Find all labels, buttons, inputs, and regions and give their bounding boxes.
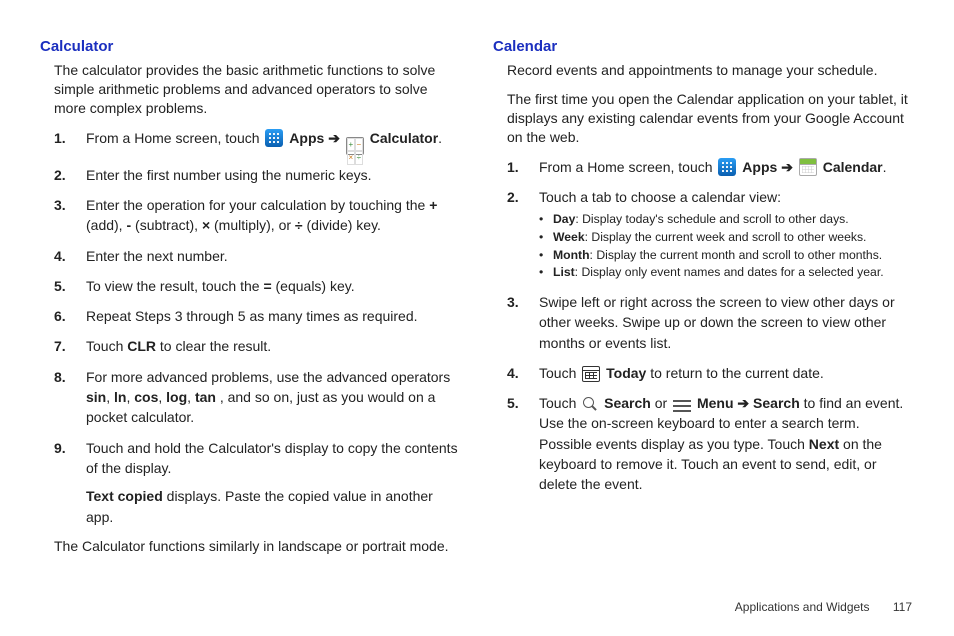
text: (multiply), or bbox=[210, 217, 295, 233]
today-icon bbox=[582, 366, 600, 382]
calculator-steps: From a Home screen, touch Apps ➔ +−×÷ Ca… bbox=[54, 128, 459, 527]
step-6: Repeat Steps 3 through 5 as many times a… bbox=[54, 306, 459, 326]
page-number: 117 bbox=[893, 600, 912, 614]
text: For more advanced problems, use the adva… bbox=[86, 369, 450, 385]
footer-section: Applications and Widgets bbox=[735, 600, 870, 614]
step-3: Swipe left or right across the screen to… bbox=[507, 292, 912, 353]
next-key: Next bbox=[809, 436, 839, 452]
calculator-icon: +−×÷ bbox=[346, 137, 364, 155]
opt-day: Day: Display today's schedule and scroll… bbox=[539, 211, 912, 229]
two-column-layout: Calculator The calculator provides the b… bbox=[40, 38, 912, 556]
calculator-section: Calculator The calculator provides the b… bbox=[40, 38, 459, 556]
times-key: × bbox=[202, 217, 210, 233]
text: Touch bbox=[539, 395, 580, 411]
text: Touch and hold the Calculator's display … bbox=[86, 440, 458, 476]
calendar-intro-2: The first time you open the Calendar app… bbox=[507, 90, 912, 147]
arrow-icon: ➔ bbox=[781, 159, 793, 175]
search-icon bbox=[582, 396, 598, 412]
divide-key: ÷ bbox=[295, 217, 303, 233]
page-footer: Applications and Widgets 117 bbox=[735, 600, 912, 614]
equals-key: = bbox=[263, 278, 271, 294]
text-copied-label: Text copied bbox=[86, 488, 163, 504]
text: To view the result, touch the bbox=[86, 278, 263, 294]
apps-icon bbox=[265, 129, 283, 147]
op-ln: ln bbox=[114, 389, 126, 405]
text: Touch bbox=[539, 365, 580, 381]
text: Touch bbox=[86, 338, 127, 354]
text: Enter the operation for your calculation… bbox=[86, 197, 429, 213]
menu-icon bbox=[673, 398, 691, 412]
op-tan: tan bbox=[195, 389, 216, 405]
text: (add), bbox=[86, 217, 126, 233]
step-2: Touch a tab to choose a calendar view: D… bbox=[507, 187, 912, 282]
text: (divide) key. bbox=[303, 217, 381, 233]
op-sin: sin bbox=[86, 389, 106, 405]
menu-label: Menu bbox=[697, 395, 737, 411]
apps-label: Apps bbox=[289, 130, 328, 146]
calendar-intro-1: Record events and appointments to manage… bbox=[507, 61, 912, 80]
step-7: Touch CLR to clear the result. bbox=[54, 336, 459, 356]
text: or bbox=[655, 395, 671, 411]
arrow-icon: ➔ bbox=[328, 130, 340, 146]
step-3: Enter the operation for your calculation… bbox=[54, 195, 459, 236]
calculator-outro: The Calculator functions similarly in la… bbox=[54, 537, 459, 557]
op-log: log bbox=[166, 389, 187, 405]
opt-week: Week: Display the current week and scrol… bbox=[539, 229, 912, 247]
step-4: Enter the next number. bbox=[54, 246, 459, 266]
step-1: From a Home screen, touch Apps ➔ Calenda… bbox=[507, 157, 912, 177]
view-options: Day: Display today's schedule and scroll… bbox=[539, 211, 912, 282]
step-2: Enter the first number using the numeric… bbox=[54, 165, 459, 185]
calendar-icon bbox=[799, 158, 817, 176]
step-4: Touch Today to return to the current dat… bbox=[507, 363, 912, 383]
search-label: Search bbox=[604, 395, 651, 411]
text: (equals) key. bbox=[276, 278, 355, 294]
calendar-heading: Calendar bbox=[493, 38, 912, 55]
period: . bbox=[883, 159, 887, 175]
period: . bbox=[438, 130, 442, 146]
op-cos: cos bbox=[134, 389, 158, 405]
opt-list: List: Display only event names and dates… bbox=[539, 264, 912, 282]
text: to clear the result. bbox=[160, 338, 271, 354]
opt-month: Month: Display the current month and scr… bbox=[539, 247, 912, 265]
calendar-section: Calendar Record events and appointments … bbox=[493, 38, 912, 556]
text: Touch a tab to choose a calendar view: bbox=[539, 189, 781, 205]
calculator-label: Calculator bbox=[370, 130, 438, 146]
clr-key: CLR bbox=[127, 338, 156, 354]
text: From a Home screen, touch bbox=[86, 130, 263, 146]
today-label: Today bbox=[606, 365, 646, 381]
calendar-label: Calendar bbox=[823, 159, 883, 175]
apps-icon bbox=[718, 158, 736, 176]
calculator-intro: The calculator provides the basic arithm… bbox=[54, 61, 459, 118]
calculator-heading: Calculator bbox=[40, 38, 459, 55]
manual-page: Calculator The calculator provides the b… bbox=[0, 0, 954, 636]
menu-search-label: Search bbox=[753, 395, 800, 411]
step-5: To view the result, touch the = (equals)… bbox=[54, 276, 459, 296]
text: to return to the current date. bbox=[650, 365, 824, 381]
arrow-icon: ➔ bbox=[737, 395, 749, 411]
step-9-note: Text copied displays. Paste the copied v… bbox=[86, 486, 459, 527]
step-8: For more advanced problems, use the adva… bbox=[54, 367, 459, 428]
apps-label: Apps bbox=[742, 159, 781, 175]
text: From a Home screen, touch bbox=[539, 159, 716, 175]
step-9: Touch and hold the Calculator's display … bbox=[54, 438, 459, 527]
step-1: From a Home screen, touch Apps ➔ +−×÷ Ca… bbox=[54, 128, 459, 155]
step-5: Touch Search or Menu ➔ Search to find an… bbox=[507, 393, 912, 494]
plus-key: + bbox=[429, 197, 437, 213]
text: (subtract), bbox=[131, 217, 202, 233]
calendar-steps: From a Home screen, touch Apps ➔ Calenda… bbox=[507, 157, 912, 495]
